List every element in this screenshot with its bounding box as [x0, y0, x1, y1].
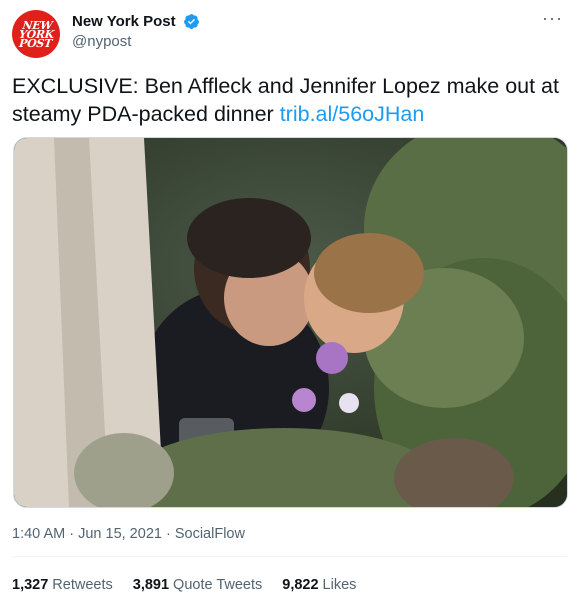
engagement-stats: 1,327 Retweets 3,891 Quote Tweets 9,822 Lik…	[12, 577, 356, 593]
retweets-count: 1,327	[12, 577, 49, 593]
quote-tweets-stat[interactable]: 3,891 Quote Tweets	[133, 577, 263, 593]
tweet-date[interactable]: Jun 15, 2021	[78, 526, 162, 542]
verified-badge-icon	[184, 14, 199, 30]
divider	[12, 556, 567, 557]
quote-tweets-label: Quote Tweets	[173, 577, 263, 593]
more-options-icon[interactable]: ···	[542, 8, 563, 29]
likes-label: Likes	[322, 577, 357, 593]
account-handle[interactable]: @nypost	[72, 33, 131, 50]
likes-count: 9,822	[282, 577, 319, 593]
retweets-stat[interactable]: 1,327 Retweets	[12, 577, 113, 593]
tweet-photo[interactable]	[13, 137, 568, 508]
photo-illustration	[14, 138, 567, 507]
nypost-logo: NEW YORK POST	[17, 18, 55, 50]
tweet-source[interactable]: SocialFlow	[175, 526, 245, 542]
quote-tweets-count: 3,891	[132, 577, 170, 593]
avatar[interactable]: NEW YORK POST	[12, 10, 60, 58]
tweet-link[interactable]: trib.al/56oJHan	[280, 102, 425, 126]
account-name[interactable]: New York Post	[72, 13, 176, 30]
meta-separator: ·	[165, 526, 175, 542]
retweets-label: Retweets	[52, 577, 113, 593]
likes-stat[interactable]: 9,822 Likes	[282, 577, 356, 593]
tweet-time[interactable]: 1:40 AM	[12, 526, 65, 542]
meta-separator: ·	[69, 526, 79, 542]
tweet-meta: 1:40 AM · Jun 15, 2021 · SocialFlow	[12, 526, 245, 542]
tweet-text: EXCLUSIVE: Ben Affleck and Jennifer Lope…	[12, 72, 568, 128]
tweet-card: NEW YORK POST New York Post @nypost ··· EX…	[0, 0, 579, 607]
